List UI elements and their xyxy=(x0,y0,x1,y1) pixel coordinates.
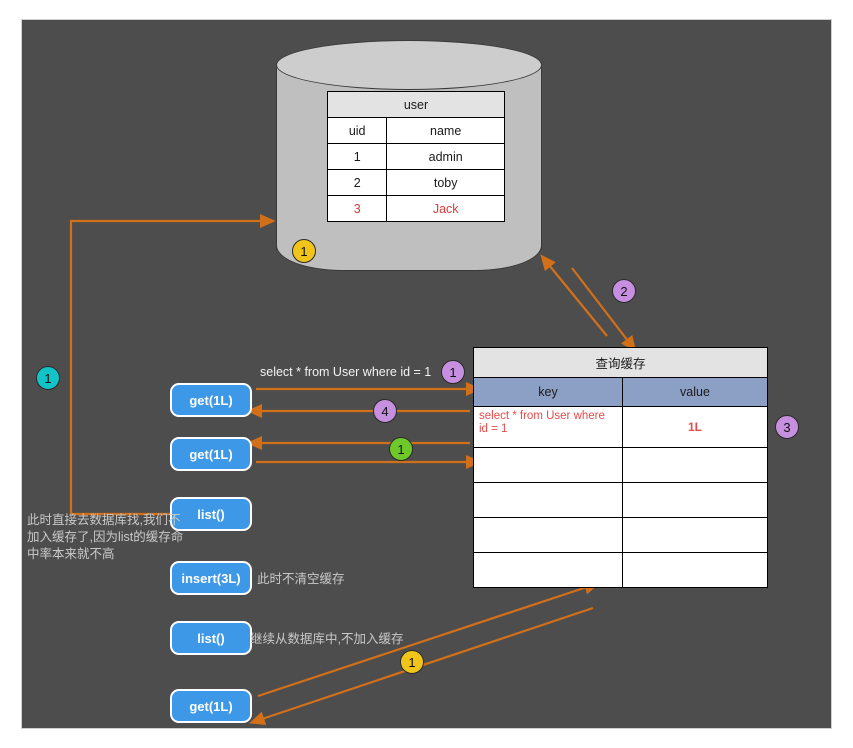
badge-return-4: 4 xyxy=(373,399,397,423)
table-row xyxy=(474,448,768,483)
badge-sql-1: 1 xyxy=(441,360,465,384)
user-row2-uid: 3 xyxy=(328,196,387,222)
note-insert-no-clear: 此时不清空缓存 xyxy=(257,571,345,588)
badge-db-cache-2: 2 xyxy=(612,279,636,303)
table-row xyxy=(474,483,768,518)
cache-row1-key xyxy=(474,448,623,483)
table-row: 2 toby xyxy=(328,170,505,196)
table-row: 3 Jack xyxy=(328,196,505,222)
user-row0-uid: 1 xyxy=(328,144,387,170)
user-table-caption-row: user xyxy=(328,92,505,118)
table-row: select * from User where id = 1 1L xyxy=(474,407,768,448)
badge-db-1: 1 xyxy=(292,239,316,263)
badge-hit-1: 1 xyxy=(389,437,413,461)
query-cache-table: 查询缓存 key value select * from User where … xyxy=(473,347,768,588)
table-row: 1 admin xyxy=(328,144,505,170)
call-get-1l-second[interactable]: get(1L) xyxy=(170,437,252,471)
cache-row2-key xyxy=(474,483,623,518)
call-label: list() xyxy=(197,631,224,646)
user-row1-uid: 2 xyxy=(328,170,387,196)
cache-row3-value xyxy=(623,518,768,553)
badge-left-1: 1 xyxy=(36,366,60,390)
call-label: get(1L) xyxy=(189,699,232,714)
cache-row0-value: 1L xyxy=(623,407,768,448)
user-table-col-uid: uid xyxy=(328,118,387,144)
call-get-1l-first[interactable]: get(1L) xyxy=(170,383,252,417)
badge-bottom-1: 1 xyxy=(400,650,424,674)
call-label: list() xyxy=(197,507,224,522)
user-table: user uid name 1 admin 2 toby 3 Jack xyxy=(327,91,505,222)
cache-row3-key xyxy=(474,518,623,553)
call-insert-3l[interactable]: insert(3L) xyxy=(170,561,252,595)
user-table-caption: user xyxy=(328,92,505,118)
user-row2-name: Jack xyxy=(387,196,505,222)
call-get-1l-third[interactable]: get(1L) xyxy=(170,689,252,723)
note-list-continue: 继续从数据库中,不加入缓存 xyxy=(250,631,403,648)
call-label: get(1L) xyxy=(189,393,232,408)
table-row xyxy=(474,553,768,588)
table-row xyxy=(474,518,768,553)
cache-row2-value xyxy=(623,483,768,518)
cache-row0-key: select * from User where id = 1 xyxy=(474,407,623,448)
user-table-header-row: uid name xyxy=(328,118,505,144)
call-label: get(1L) xyxy=(189,447,232,462)
cache-row1-value xyxy=(623,448,768,483)
cache-col-key: key xyxy=(474,378,623,407)
sql-query-label: select * from User where id = 1 xyxy=(260,365,431,379)
cache-col-value: value xyxy=(623,378,768,407)
cache-row4-value xyxy=(623,553,768,588)
cache-row4-key xyxy=(474,553,623,588)
cache-header-row: key value xyxy=(474,378,768,407)
database-top-ellipse xyxy=(276,40,542,90)
user-table-col-name: name xyxy=(387,118,505,144)
cache-caption: 查询缓存 xyxy=(474,348,768,378)
call-list-second[interactable]: list() xyxy=(170,621,252,655)
user-row0-name: admin xyxy=(387,144,505,170)
badge-cache-3: 3 xyxy=(775,415,799,439)
call-label: insert(3L) xyxy=(181,571,240,586)
diagram-canvas: user uid name 1 admin 2 toby 3 Jack 查询缓存… xyxy=(0,0,853,748)
user-row1-name: toby xyxy=(387,170,505,196)
cache-caption-row: 查询缓存 xyxy=(474,348,768,378)
note-list-no-cache: 此时直接去数据库找,我们不加入缓存了,因为list的缓存命中率本来就不高 xyxy=(27,512,187,563)
